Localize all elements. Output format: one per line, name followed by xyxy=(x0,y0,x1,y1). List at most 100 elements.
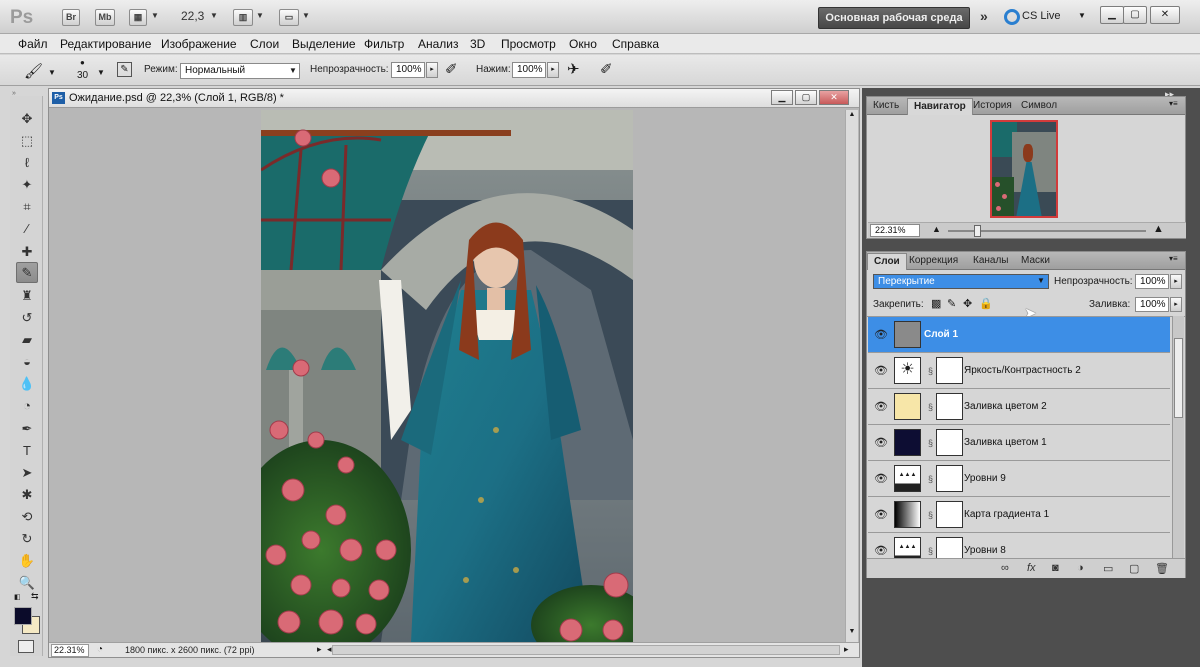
maximize-button[interactable]: ▢ xyxy=(1123,6,1147,24)
document-restore-button[interactable]: ▢ xyxy=(795,90,817,105)
zoom-slider-thumb[interactable] xyxy=(973,225,981,237)
scroll-up-icon[interactable]: ▲ xyxy=(847,111,857,121)
brush-preset-icon[interactable]: ● xyxy=(80,58,85,67)
history-brush-tool-icon[interactable]: ↺ xyxy=(16,307,38,328)
shape-tool-icon[interactable]: ✱ xyxy=(16,484,38,505)
layer-thumbnail[interactable]: ▲▲▲ xyxy=(894,465,921,492)
lock-pixels-icon[interactable]: ✎ xyxy=(947,297,956,310)
menu-help[interactable]: Справка xyxy=(612,37,659,51)
opacity-field[interactable]: 100% xyxy=(391,62,425,78)
mask-link-icon[interactable]: § xyxy=(928,366,933,376)
swap-colors-icon[interactable]: ⇆ xyxy=(31,591,39,602)
document-title-bar[interactable]: Ps Ожидание.psd @ 22,3% (Слой 1, RGB/8) … xyxy=(49,89,859,108)
layer-row[interactable]: 👁 ▲▲▲ § Уровни 8 xyxy=(868,533,1170,558)
visibility-eye-icon[interactable]: 👁 xyxy=(874,328,888,342)
3d-orbit-tool-icon[interactable]: ↻ xyxy=(16,528,38,549)
tab-character[interactable]: Символ xyxy=(1015,98,1063,115)
visibility-eye-icon[interactable]: 👁 xyxy=(874,364,888,378)
lock-position-icon[interactable]: ✥ xyxy=(963,297,972,310)
zoom-out-icon[interactable]: ▲ xyxy=(932,224,941,234)
menu-layers[interactable]: Слои xyxy=(250,37,279,51)
mask-link-icon[interactable]: § xyxy=(928,546,933,556)
link-layers-icon[interactable]: ∞ xyxy=(1001,562,1009,574)
document-close-button[interactable]: ✕ xyxy=(819,90,849,105)
layer-row[interactable]: 👁 § Заливка цветом 1 xyxy=(868,425,1170,461)
tab-brush[interactable]: Кисть xyxy=(867,98,905,115)
layer-row[interactable]: 👁 ▲▲▲ § Уровни 9 xyxy=(868,461,1170,497)
delete-layer-icon[interactable]: 🗑 xyxy=(1155,562,1169,575)
eyedropper-tool-icon[interactable]: ⁄ xyxy=(16,218,38,239)
menu-analysis[interactable]: Анализ xyxy=(418,37,459,51)
menu-image[interactable]: Изображение xyxy=(161,37,237,51)
visibility-eye-icon[interactable]: 👁 xyxy=(874,400,888,414)
path-selection-tool-icon[interactable]: ➤ xyxy=(16,462,38,483)
flow-slider-button[interactable]: ▸ xyxy=(547,62,559,78)
mini-bridge-button[interactable]: Mb xyxy=(95,9,115,26)
dodge-tool-icon[interactable]: ◔ xyxy=(16,395,38,416)
panel-menu-icon[interactable]: ▾≡ xyxy=(1169,99,1178,108)
chevron-down-icon[interactable]: ▼ xyxy=(289,66,297,75)
navigator-preview[interactable] xyxy=(990,120,1058,218)
status-zoom-field[interactable]: 22.31% xyxy=(51,644,89,657)
layer-thumbnail[interactable] xyxy=(894,429,921,456)
layer-thumbnail[interactable] xyxy=(894,321,921,348)
pressure-opacity-icon[interactable]: ✐ xyxy=(445,60,458,78)
3d-rotate-tool-icon[interactable]: ⟲ xyxy=(16,506,38,527)
panel-menu-icon[interactable]: ▾≡ xyxy=(1169,254,1178,263)
scroll-down-icon[interactable]: ▼ xyxy=(847,628,857,638)
layer-mask-thumbnail[interactable] xyxy=(936,393,963,420)
layer-thumbnail[interactable]: ▲▲▲ xyxy=(894,537,921,558)
new-adjustment-icon[interactable]: ◑ xyxy=(1077,562,1084,574)
layer-row[interactable]: 👁 § Карта градиента 1 xyxy=(868,497,1170,533)
foreground-color-swatch[interactable] xyxy=(14,607,32,625)
brush-panel-toggle-icon[interactable]: ✎ xyxy=(117,62,132,77)
chevron-down-icon[interactable]: ▼ xyxy=(48,68,56,77)
layer-thumbnail[interactable]: ☀ xyxy=(894,357,921,384)
brush-tool-icon[interactable]: ✎ xyxy=(16,262,38,283)
chevron-down-icon[interactable]: ▼ xyxy=(1037,276,1045,285)
minimize-button[interactable]: ▁ xyxy=(1100,6,1124,24)
crop-tool-icon[interactable]: ⌗ xyxy=(16,196,38,217)
close-button[interactable]: ✕ xyxy=(1150,6,1180,24)
layer-mask-thumbnail[interactable] xyxy=(936,501,963,528)
fill-slider-button[interactable]: ▸ xyxy=(1170,297,1182,312)
mask-link-icon[interactable]: § xyxy=(928,402,933,412)
scroll-left-icon[interactable]: ◂ xyxy=(327,644,332,655)
menu-file[interactable]: Файл xyxy=(18,37,48,51)
mask-link-icon[interactable]: § xyxy=(928,438,933,448)
mask-link-icon[interactable]: § xyxy=(928,510,933,520)
scroll-right-icon[interactable]: ▸ xyxy=(844,644,849,655)
menu-view[interactable]: Просмотр xyxy=(501,37,556,51)
zoom-in-icon[interactable]: ▲ xyxy=(1153,223,1164,235)
tab-navigator[interactable]: Навигатор xyxy=(907,98,973,115)
layer-mask-thumbnail[interactable] xyxy=(936,465,963,492)
hand-tool-icon[interactable]: ✋ xyxy=(16,550,38,571)
mask-link-icon[interactable]: § xyxy=(928,474,933,484)
lock-transparency-icon[interactable]: ▩ xyxy=(931,297,941,310)
chevron-down-icon[interactable]: ▼ xyxy=(1078,11,1086,20)
visibility-eye-icon[interactable]: 👁 xyxy=(874,436,888,450)
healing-brush-tool-icon[interactable]: ✚ xyxy=(16,241,38,262)
menu-3d[interactable]: 3D xyxy=(470,37,485,51)
layer-opacity-field[interactable]: 100% xyxy=(1135,274,1169,289)
tab-layers[interactable]: Слои xyxy=(867,253,907,270)
chevron-down-icon[interactable]: ▼ xyxy=(302,11,310,20)
tab-channels[interactable]: Каналы xyxy=(967,253,1015,270)
layer-row[interactable]: 👁 § Заливка цветом 2 xyxy=(868,389,1170,425)
layer-mask-thumbnail[interactable] xyxy=(936,537,963,558)
layer-row[interactable]: 👁 ☀ § Яркость/Контрастность 2 xyxy=(868,353,1170,389)
layer-list-scrollbar[interactable] xyxy=(1172,316,1184,558)
layer-mask-thumbnail[interactable] xyxy=(936,429,963,456)
mode-select[interactable]: Нормальный xyxy=(180,63,300,79)
vertical-scrollbar[interactable]: ▲ ▼ xyxy=(845,110,858,642)
layer-opacity-slider-button[interactable]: ▸ xyxy=(1170,274,1182,289)
marquee-tool-icon[interactable]: ⬚ xyxy=(16,130,38,151)
chevron-down-icon[interactable]: ▼ xyxy=(210,11,218,20)
paint-bucket-tool-icon[interactable]: ◒ xyxy=(16,351,38,372)
view-extras-button[interactable]: ▦ xyxy=(129,9,147,26)
screen-mode-button[interactable]: ▭ xyxy=(279,9,299,26)
blend-mode-select[interactable]: Перекрытие xyxy=(873,274,1049,289)
menu-edit[interactable]: Редактирование xyxy=(60,37,151,51)
tab-masks[interactable]: Маски xyxy=(1015,253,1056,270)
lasso-tool-icon[interactable]: ℓ xyxy=(16,152,38,173)
